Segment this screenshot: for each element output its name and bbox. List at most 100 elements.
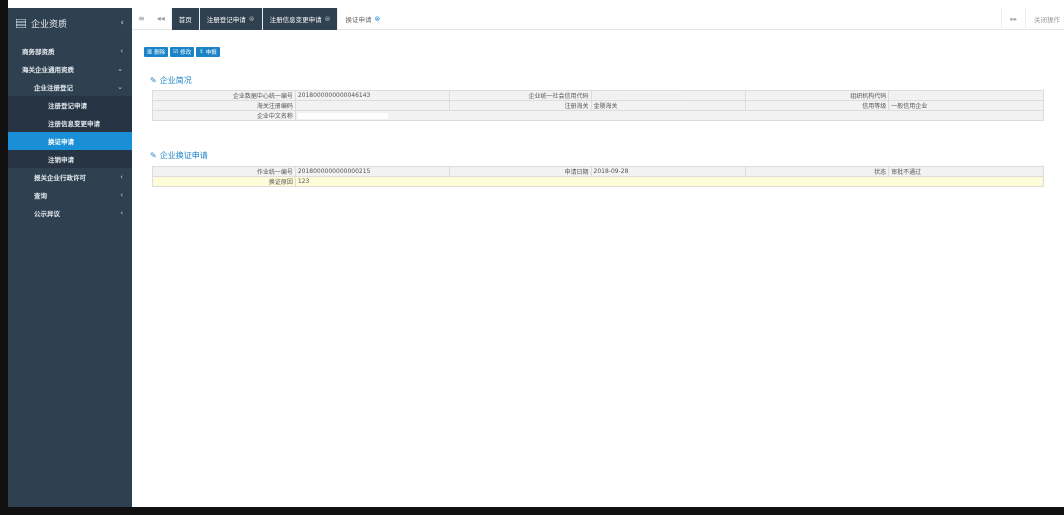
renewal-table: 作业统一编号 2018000000000000215 申请日期 2018-09-…	[152, 166, 1045, 187]
window-frame-top	[0, 0, 1064, 8]
sidebar-item-registration[interactable]: 企业注册登记 ⌄	[8, 78, 132, 96]
table-row: 换证原因 123	[152, 176, 1045, 187]
table-row: 海关注册编码 注册海关 金陵海关 信用等级 一般信用企业	[152, 100, 1044, 111]
sidebar-item-change-apply[interactable]: 注册信息变更申请	[8, 114, 132, 132]
tab-close-icon[interactable]: ⊗	[325, 15, 331, 23]
company-profile-table: 企业数据中心统一编号 2018000000000046143 企业统一社会信用代…	[152, 90, 1045, 121]
field-value: 2018000000000000215	[294, 166, 450, 177]
tab-close-icon[interactable]: ⊗	[249, 15, 255, 23]
table-row: 企业数据中心统一编号 2018000000000046143 企业统一社会信用代…	[152, 90, 1044, 101]
sidebar-item-label: 查询	[34, 192, 47, 200]
edit-icon: ✎	[150, 76, 157, 85]
button-label: 申报	[205, 50, 217, 56]
sidebar-item-registration-apply[interactable]: 注册登记申请	[8, 96, 132, 114]
tab-label: 首页	[178, 15, 192, 24]
field-label: 换证原因	[152, 176, 296, 187]
tab-label: 注册登记申请	[206, 15, 246, 24]
trash-icon: ▥	[147, 49, 153, 55]
sidebar-item-label: 公示异议	[34, 210, 60, 218]
redacted-value	[297, 102, 333, 109]
scroll-tabs-back-icon[interactable]: ◂◂	[151, 14, 171, 23]
section-title-renewal: ✎ 企业换证申请	[150, 150, 208, 161]
sidebar-item-label: 注销申请	[48, 156, 74, 164]
tab-label: 注册信息变更申请	[269, 15, 322, 24]
field-value	[590, 90, 747, 101]
sidebar-item-label: 海关企业通用资质	[22, 66, 74, 74]
chevron-left-icon: ‹	[120, 191, 123, 199]
chevron-left-icon: ‹	[120, 173, 123, 181]
sidebar-item-query[interactable]: 查询 ‹	[8, 186, 132, 204]
edit-icon: ☑	[173, 49, 179, 55]
field-value: 123	[294, 176, 1045, 187]
sidebar-item-label: 换证申请	[48, 138, 74, 146]
grid-icon	[15, 18, 27, 28]
redacted-value	[297, 112, 388, 119]
field-label: 海关注册编码	[152, 100, 296, 111]
section-title-company-profile: ✎ 企业简况	[150, 75, 192, 86]
field-label: 企业统一社会信用代码	[448, 90, 592, 101]
chevron-left-icon: ‹	[120, 209, 123, 217]
sidebar-collapse-icon[interactable]: ‹	[120, 18, 124, 28]
field-label: 申请日期	[448, 166, 592, 177]
tab-renewal-apply[interactable]: 换证申请 ⊗	[337, 7, 387, 30]
field-label: 状态	[745, 166, 890, 177]
field-label: 企业数据中心统一编号	[152, 90, 296, 101]
window-frame-left	[0, 0, 8, 515]
field-value: 2018000000000046143	[294, 90, 450, 101]
redacted-value	[593, 92, 684, 99]
close-operations-button[interactable]: 关闭操作	[1025, 8, 1064, 30]
field-label: 信用等级	[745, 100, 890, 111]
edit-button[interactable]: ☑ 修改	[170, 47, 195, 57]
redacted-value	[891, 92, 927, 99]
sidebar-header: 企业资质 ‹	[8, 8, 132, 38]
section-title-text: 企业简况	[159, 76, 192, 85]
tab-bar-right: ▸▸ 关闭操作	[1001, 8, 1064, 30]
field-value: 金陵海关	[590, 100, 747, 111]
window-frame-bottom	[0, 507, 1064, 515]
tab-registration-apply[interactable]: 注册登记申请 ⊗	[198, 7, 262, 30]
declare-button[interactable]: ⇪ 申报	[196, 47, 220, 57]
tab-home[interactable]: 首页	[170, 7, 199, 30]
edit-icon: ✎	[150, 151, 157, 160]
field-value: 2018-09-28	[590, 166, 747, 177]
button-label: 删除	[154, 50, 166, 56]
sidebar: 企业资质 ‹ 商务部资质 ‹ 海关企业通用资质 ⌄ 企业注册登记 ⌄ 注册登记申…	[8, 8, 132, 507]
field-value: 一般信用企业	[888, 100, 1044, 111]
sidebar-item-label: 企业注册登记	[34, 84, 73, 92]
field-value	[294, 100, 450, 111]
field-value	[888, 90, 1044, 101]
sidebar-item-customs-general[interactable]: 海关企业通用资质 ⌄	[8, 60, 132, 78]
button-label: 修改	[180, 50, 192, 56]
tab-close-icon[interactable]: ⊗	[374, 15, 380, 23]
sidebar-item-label: 商务部资质	[22, 48, 55, 56]
sidebar-item-label: 注册信息变更申请	[48, 120, 100, 128]
field-label: 组织机构代码	[745, 90, 890, 101]
sidebar-item-objection[interactable]: 公示异议 ‹	[8, 204, 132, 222]
tab-bar: ≡ ◂◂ 首页 注册登记申请 ⊗ 注册信息变更申请 ⊗ 换证申请 ⊗ ▸▸ 关闭…	[132, 7, 1064, 30]
chevron-down-icon: ⌄	[117, 65, 123, 73]
upload-icon: ⇪	[199, 49, 204, 55]
action-toolbar: ▥ 删除 ☑ 修改 ⇪ 申报	[144, 47, 220, 57]
field-label: 作业统一编号	[152, 166, 296, 177]
table-row: 作业统一编号 2018000000000000215 申请日期 2018-09-…	[152, 166, 1044, 177]
sidebar-item-cancel-apply[interactable]: 注销申请	[8, 150, 132, 168]
sidebar-item-label: 报关企业行政许可	[34, 174, 86, 182]
field-label: 企业中文名称	[152, 110, 296, 121]
scroll-tabs-forward-icon[interactable]: ▸▸	[1001, 8, 1025, 30]
field-label: 注册海关	[448, 100, 592, 111]
sidebar-item-admin-permit[interactable]: 报关企业行政许可 ‹	[8, 168, 132, 186]
menu-toggle-icon[interactable]: ≡	[132, 14, 151, 23]
delete-button[interactable]: ▥ 删除	[144, 47, 169, 57]
sidebar-item-commerce[interactable]: 商务部资质 ‹	[8, 42, 132, 60]
tab-change-apply[interactable]: 注册信息变更申请 ⊗	[261, 7, 338, 30]
main-content: ▥ 删除 ☑ 修改 ⇪ 申报 ✎ 企业简况 企业数据中心统一编号 2018000…	[132, 30, 1064, 507]
section-title-text: 企业换证申请	[159, 151, 208, 160]
sidebar-title: 企业资质	[31, 19, 68, 30]
tab-label: 换证申请	[345, 15, 372, 24]
status-value: 审批不通过	[888, 166, 1044, 177]
chevron-left-icon: ‹	[120, 47, 123, 55]
field-value	[294, 110, 1045, 121]
chevron-down-icon: ⌄	[117, 83, 123, 91]
table-row: 企业中文名称	[152, 110, 1045, 121]
sidebar-item-renewal-apply[interactable]: 换证申请	[8, 132, 132, 150]
